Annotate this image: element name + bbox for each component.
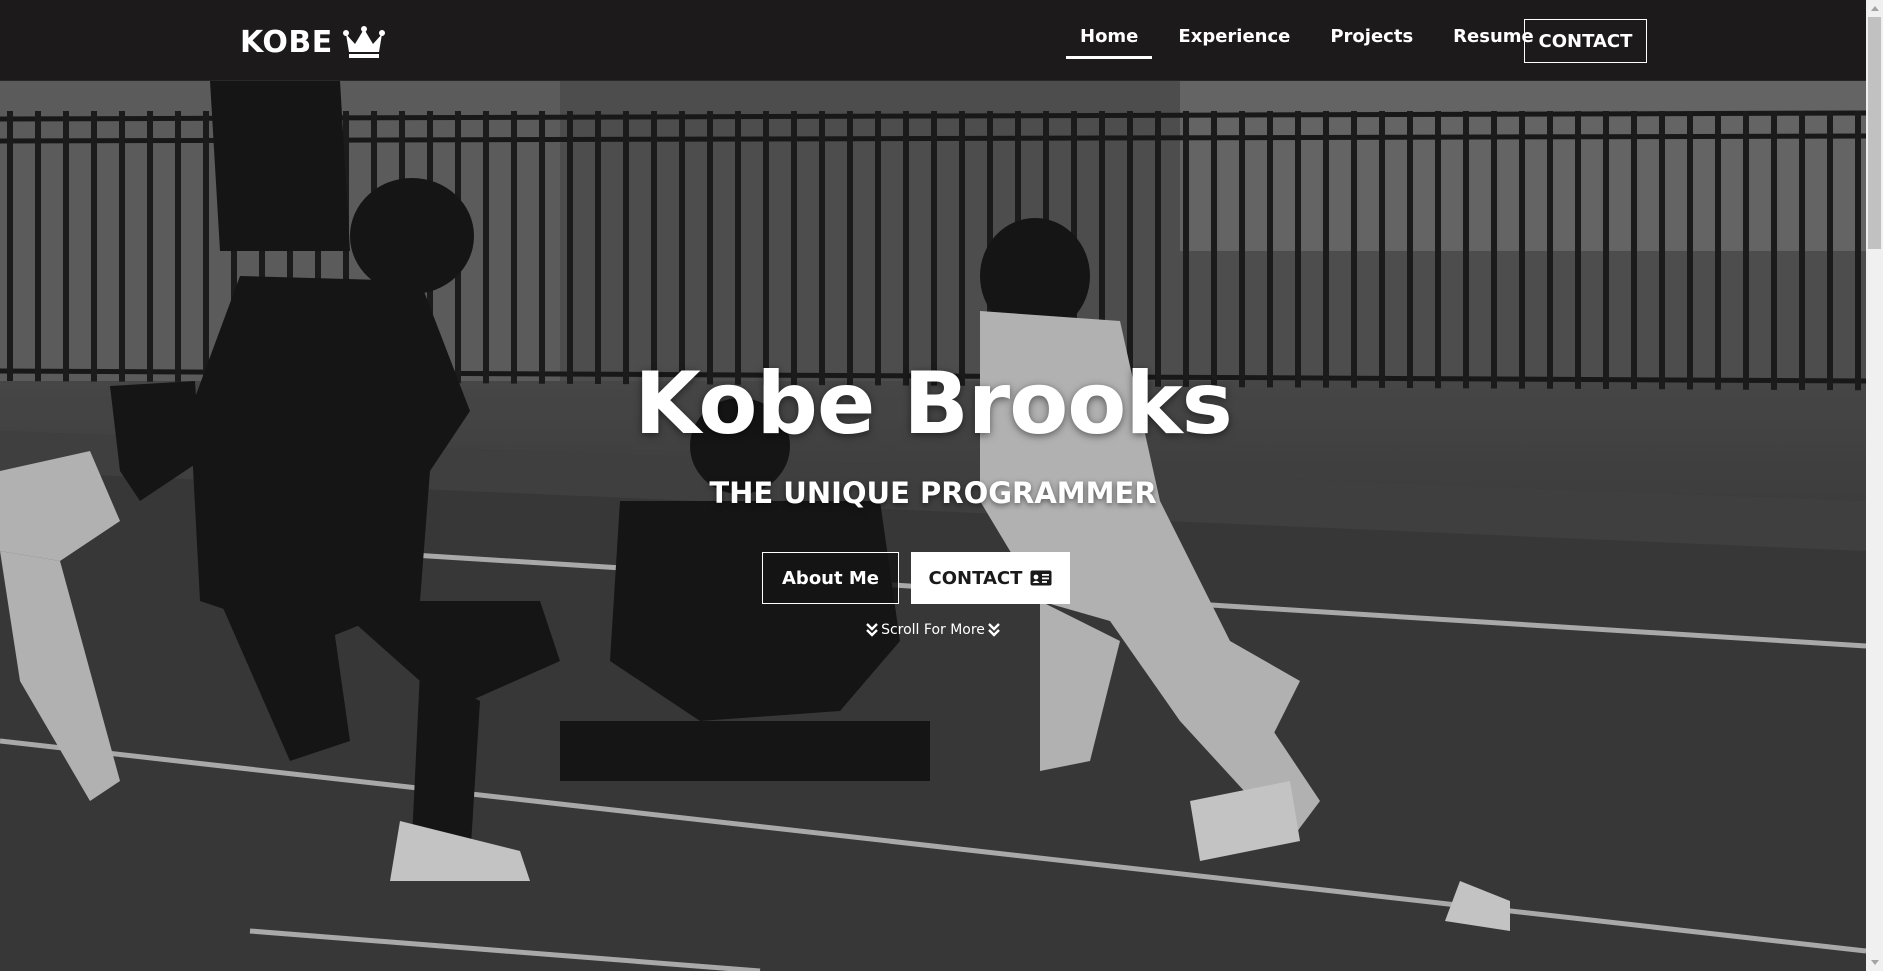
- hero-buttons: About Me CONTACT: [0, 552, 1866, 604]
- brand-name: KOBE: [240, 24, 333, 60]
- hero-title: Kobe Brooks: [634, 354, 1233, 454]
- double-chevron-down-icon: [866, 623, 878, 637]
- scrollbar-thumb[interactable]: [1868, 17, 1881, 249]
- scroll-up-arrow-icon[interactable]: [1866, 0, 1883, 17]
- double-chevron-down-icon: [988, 623, 1000, 637]
- nav-resume-label: Resume: [1453, 26, 1534, 47]
- hero-overlay: [0, 81, 1866, 971]
- scroll-for-more[interactable]: Scroll For More: [0, 622, 1866, 638]
- about-me-label: About Me: [782, 567, 879, 589]
- hero-subtitle: THE UNIQUE PROGRAMMER: [709, 476, 1157, 510]
- hero-section: Kobe Brooks THE UNIQUE PROGRAMMER About …: [0, 81, 1866, 971]
- hero-contact-button[interactable]: CONTACT: [911, 552, 1070, 604]
- nav-links: Home Experience Projects Resume: [1066, 0, 1560, 81]
- id-card-icon: [1030, 570, 1052, 586]
- page-scrollbar[interactable]: [1866, 0, 1883, 971]
- scroll-down-arrow-icon[interactable]: [1866, 954, 1883, 971]
- nav-contact-button[interactable]: CONTACT: [1524, 19, 1647, 63]
- nav-experience[interactable]: Experience: [1164, 0, 1304, 81]
- nav-home-label: Home: [1080, 26, 1139, 47]
- about-me-button[interactable]: About Me: [762, 552, 899, 604]
- nav-projects[interactable]: Projects: [1316, 0, 1427, 81]
- nav-home[interactable]: Home: [1066, 0, 1153, 81]
- nav-contact-label: CONTACT: [1538, 30, 1633, 52]
- hero-contact-label: CONTACT: [928, 567, 1023, 589]
- nav-experience-label: Experience: [1178, 26, 1291, 47]
- navbar: KOBE Home Experience Projects Resume CON…: [0, 0, 1866, 81]
- scroll-for-more-label: Scroll For More: [881, 622, 985, 638]
- brand-logo[interactable]: KOBE: [240, 22, 385, 62]
- nav-projects-label: Projects: [1330, 26, 1414, 47]
- crown-icon: [342, 26, 385, 58]
